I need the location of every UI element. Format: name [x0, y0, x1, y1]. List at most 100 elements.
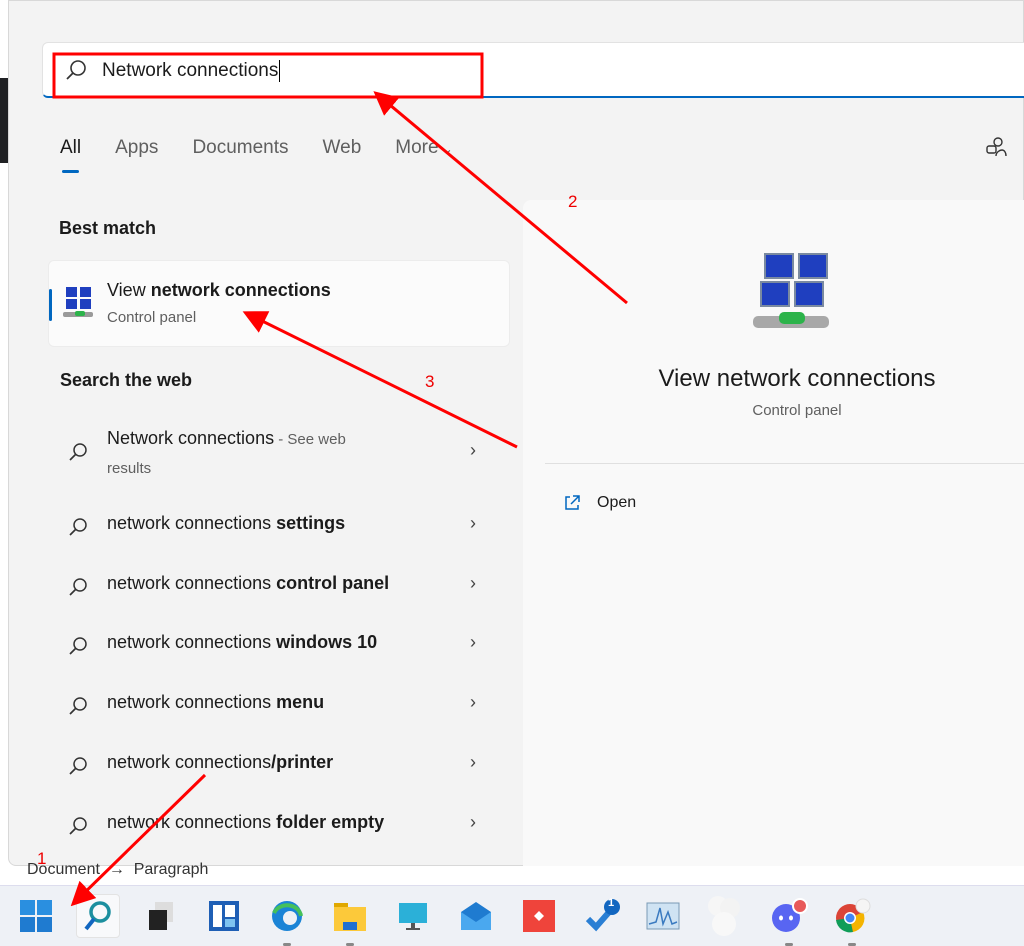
task-view-button[interactable] [139, 894, 183, 938]
blurred-app-icon [708, 896, 740, 936]
blurred-app-button[interactable] [702, 894, 746, 938]
search-icon [69, 637, 87, 655]
todo-button[interactable]: 1 [580, 894, 624, 938]
mail-icon [461, 902, 491, 930]
selection-indicator [49, 289, 52, 321]
annotation-label-2: 2 [568, 192, 578, 211]
result-text: Network connections [107, 428, 275, 448]
search-icon [69, 697, 87, 715]
search-web-heading: Search the web [60, 370, 193, 390]
search-icon [69, 443, 87, 461]
chevron-right-icon: › [470, 513, 476, 533]
tab-more[interactable]: More ⌄ [395, 137, 452, 159]
annotation-label-1: 1 [37, 849, 47, 868]
search-button[interactable] [76, 894, 120, 938]
best-match-heading: Best match [59, 218, 157, 238]
search-input[interactable]: Network connections [42, 42, 1024, 98]
discord-button[interactable] [767, 894, 811, 946]
anydesk-button[interactable] [517, 894, 561, 938]
result-text: network connections [107, 632, 277, 652]
monitor-icon [399, 903, 427, 930]
file-explorer-button[interactable] [328, 894, 372, 946]
result-text: network connections [107, 692, 277, 712]
taskbar: 1 [0, 885, 1024, 946]
result-label: network connections settings [107, 513, 345, 534]
search-icon [69, 518, 87, 536]
feedback-icon[interactable] [984, 136, 1008, 160]
widgets-icon [209, 901, 239, 931]
search-icon [66, 60, 86, 80]
tab-more-label: More [395, 137, 439, 158]
performance-monitor-button[interactable] [641, 894, 685, 938]
search-icon [69, 578, 87, 596]
remote-desktop-button[interactable] [391, 894, 435, 938]
search-icon [69, 817, 87, 835]
todo-badge: 1 [608, 897, 615, 909]
tab-all[interactable]: All [60, 137, 81, 173]
search-value: Network connections [102, 60, 281, 82]
chevron-right-icon: › [470, 632, 476, 652]
edge-icon [272, 901, 303, 931]
web-result-row[interactable]: network connections settings › [60, 513, 490, 543]
title-plain: View [107, 280, 151, 300]
windows-logo-icon [20, 900, 52, 932]
tab-apps[interactable]: Apps [115, 137, 158, 159]
breadcrumb: Document → Paragraph [27, 861, 208, 879]
network-connections-icon [63, 287, 93, 317]
background-window-edge [0, 78, 8, 163]
best-match-title: View network connections [107, 280, 331, 301]
chevron-right-icon: › [470, 573, 476, 593]
result-text: network connections [107, 513, 277, 533]
annotation-label-3: 3 [425, 372, 435, 391]
result-bold: folder empty [276, 812, 385, 832]
result-bold: windows 10 [276, 632, 378, 652]
chevron-right-icon: › [470, 692, 476, 712]
result-label: network connections folder empty [107, 812, 384, 833]
result-label: network connections windows 10 [107, 632, 377, 653]
preview-title: View network connections [658, 365, 936, 392]
mail-button[interactable] [454, 894, 498, 938]
discord-icon [772, 898, 808, 932]
todo-check-icon [585, 899, 620, 932]
web-result-row[interactable]: network connections/printer › [60, 752, 490, 782]
crumb-paragraph[interactable]: Paragraph [134, 861, 209, 878]
search-icon [69, 757, 87, 775]
task-view-icon [149, 902, 173, 930]
edge-button[interactable] [265, 894, 309, 946]
chrome-button[interactable] [830, 894, 874, 946]
result-label: network connections menu [107, 692, 324, 713]
widgets-button[interactable] [202, 894, 246, 938]
result-text: network connections [107, 812, 277, 832]
tab-web[interactable]: Web [323, 137, 362, 159]
filter-tabs: All Apps Documents Web More ⌄ [60, 137, 487, 173]
result-label: network connections control panel [107, 573, 389, 594]
chevron-down-icon: ⌄ [442, 142, 453, 156]
performance-monitor-icon [646, 902, 680, 930]
preview-subtitle: Control panel [752, 402, 842, 419]
web-result-row[interactable]: network connections windows 10 › [60, 632, 490, 662]
anydesk-icon [523, 900, 555, 932]
network-connections-large-icon [753, 253, 829, 328]
open-action[interactable]: Open [563, 494, 636, 512]
web-result-row[interactable]: network connections menu › [60, 692, 490, 722]
result-label: Network connections - See web results [107, 428, 346, 489]
chevron-right-icon: › [470, 752, 476, 772]
best-match-subtitle: Control panel [107, 309, 197, 326]
title-bold: network connections [150, 280, 331, 300]
search-icon [84, 901, 111, 931]
result-label: network connections/printer [107, 752, 333, 773]
best-match-result[interactable]: View network connections Control panel [48, 260, 510, 347]
tab-documents[interactable]: Documents [192, 137, 288, 159]
chevron-right-icon: › [470, 812, 476, 832]
result-bold: /printer [271, 752, 334, 772]
result-text: network connections [107, 573, 277, 593]
open-label: Open [597, 494, 637, 511]
result-bold: menu [276, 692, 325, 712]
web-result-row[interactable]: Network connections - See web results › [60, 428, 490, 478]
result-suffix-2: results [107, 460, 152, 477]
chrome-icon [836, 898, 871, 933]
start-button[interactable] [14, 894, 58, 938]
web-result-row[interactable]: network connections folder empty › [60, 812, 490, 842]
web-result-row[interactable]: network connections control panel › [60, 573, 490, 603]
result-bold: settings [276, 513, 346, 533]
